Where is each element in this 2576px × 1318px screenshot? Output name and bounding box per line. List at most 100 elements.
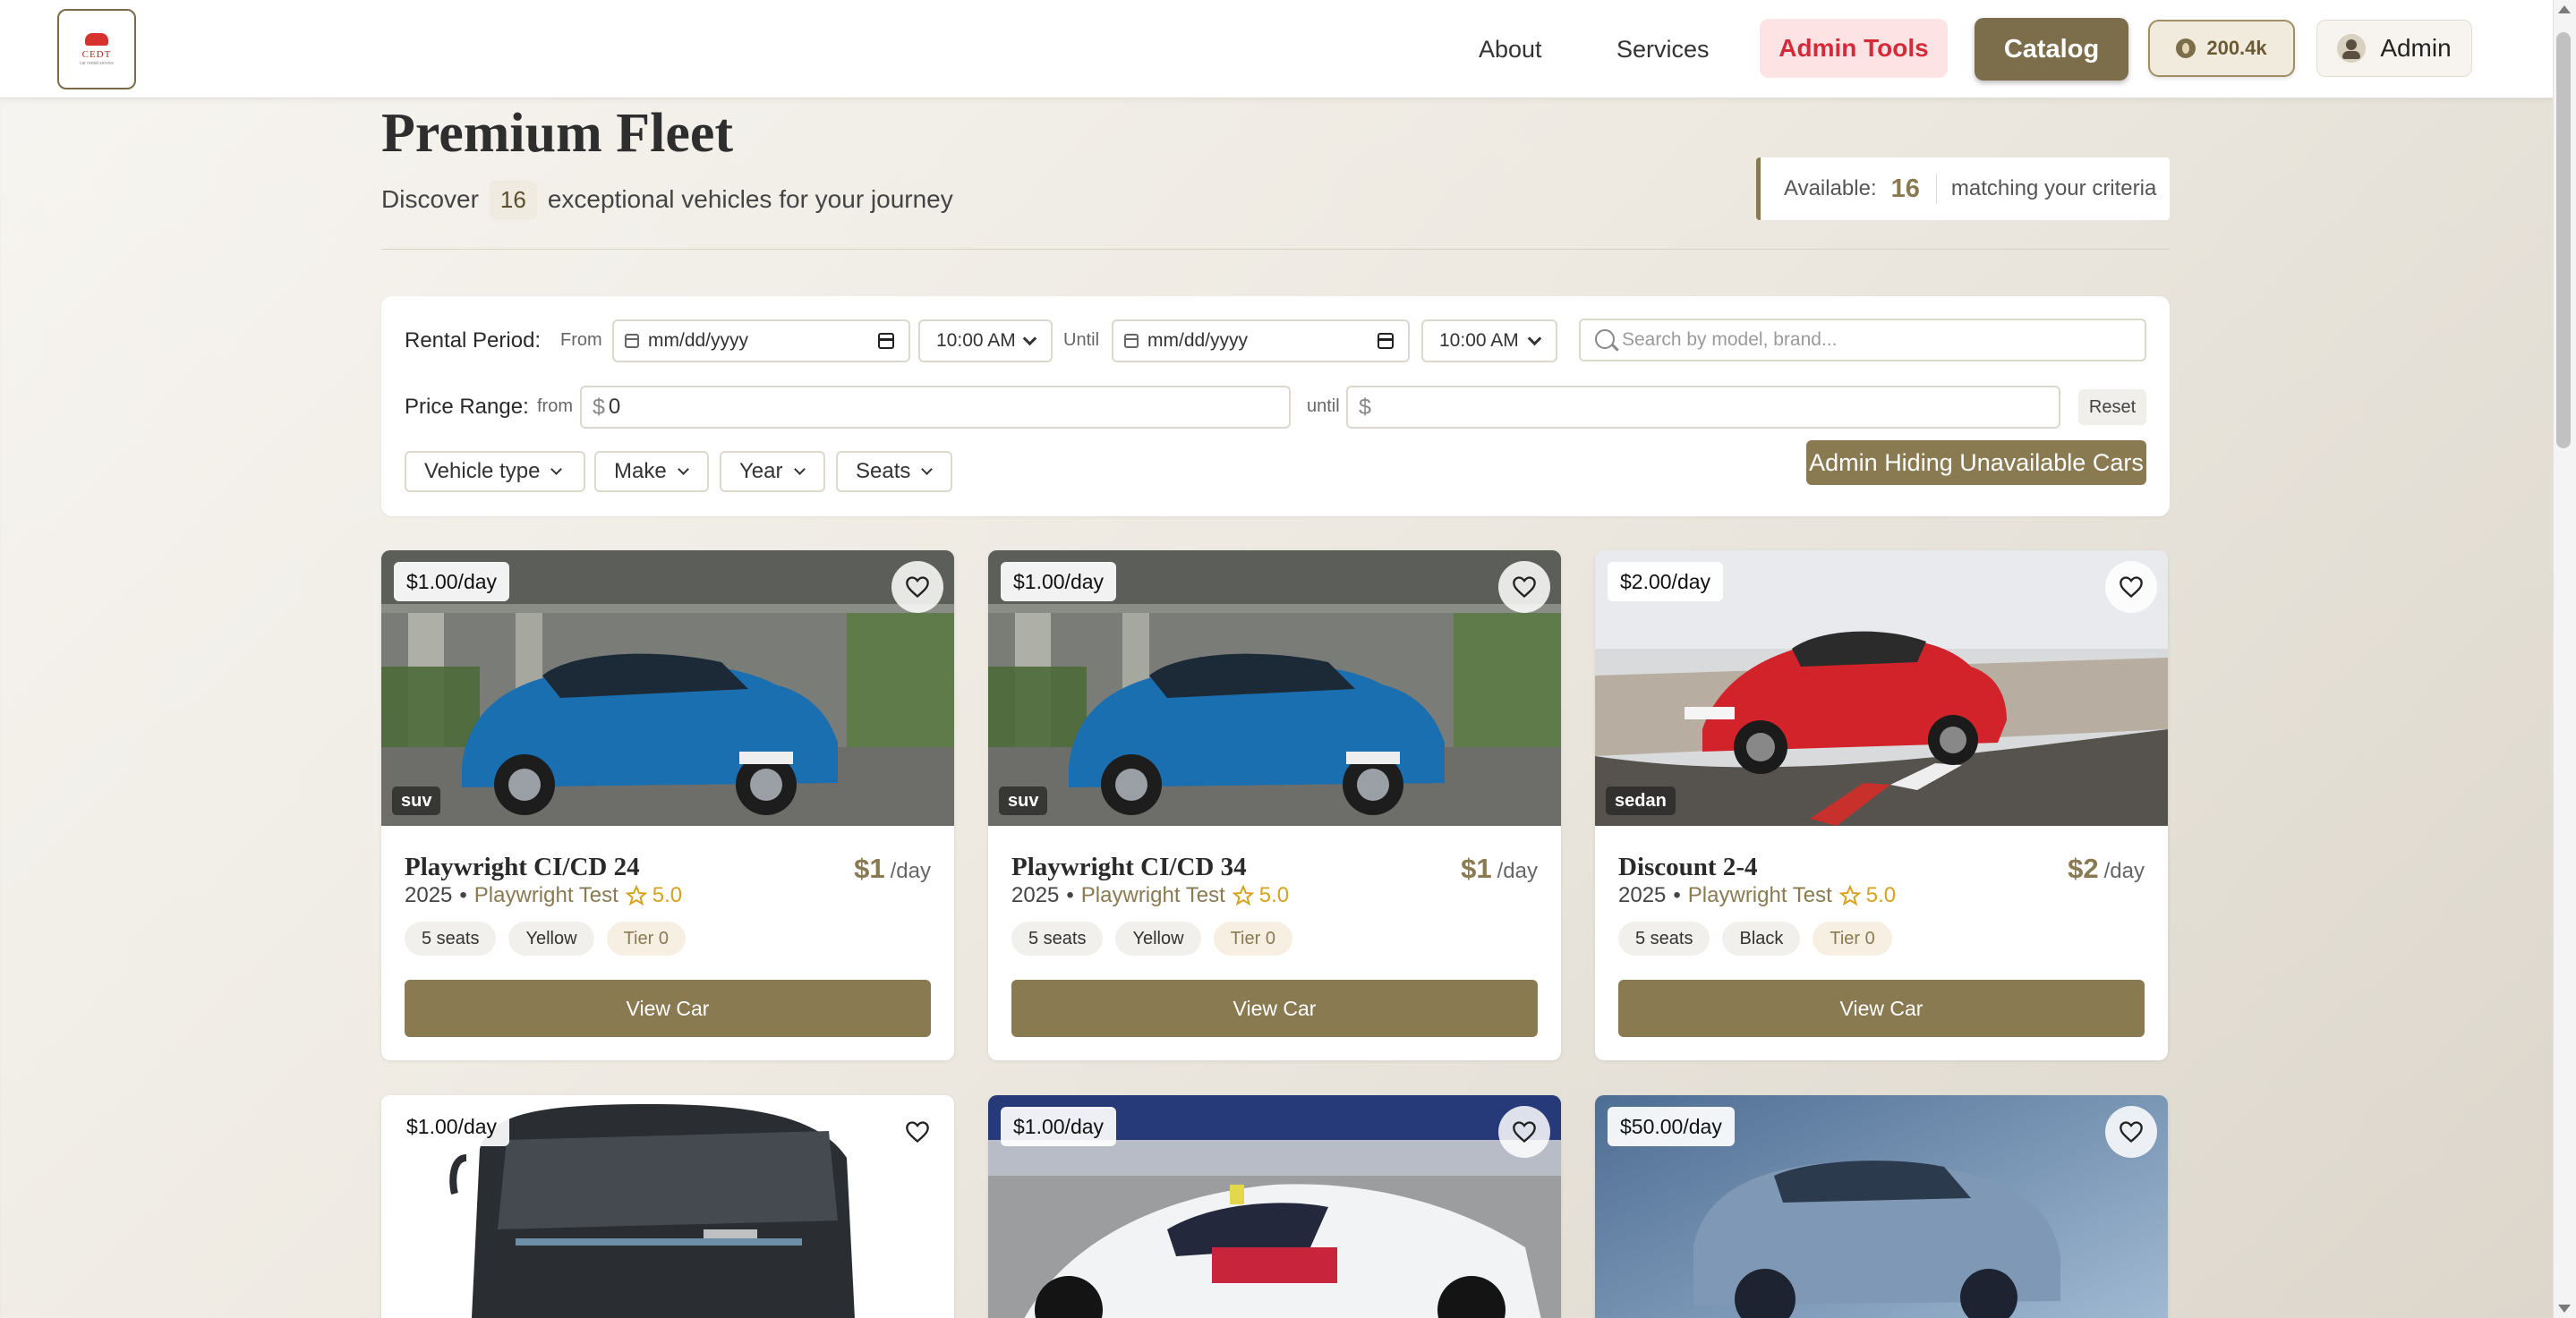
car-price-unit: /day xyxy=(890,859,931,883)
logo-subtext: car rental service xyxy=(79,60,115,66)
heart-icon xyxy=(2120,576,2143,599)
car-rating: 5.0 xyxy=(1838,883,1897,908)
price-per-day-tag: $2.00/day xyxy=(1608,562,1724,601)
view-car-button[interactable]: View Car xyxy=(1618,980,2145,1037)
car-image[interactable]: $50.00/day xyxy=(1595,1095,2168,1318)
car-year: 2025 xyxy=(405,883,453,907)
rental-period-label: Rental Period: xyxy=(405,328,542,353)
favorite-heart-button[interactable] xyxy=(2105,561,2157,613)
car-brand: Playwright Test xyxy=(473,883,618,907)
rating-value: 5.0 xyxy=(1258,883,1290,907)
year-dropdown[interactable]: Year xyxy=(720,451,825,492)
admin-tools-button[interactable]: Admin Tools xyxy=(1760,19,1948,78)
user-menu-button[interactable]: Admin xyxy=(2316,20,2472,77)
admin-hide-unavailable-button[interactable]: Admin Hiding Unavailable Cars xyxy=(1806,440,2146,485)
chevron-down-icon xyxy=(677,463,689,475)
car-chips: 5 seats Yellow Tier 0 xyxy=(1011,922,1292,956)
favorite-heart-button[interactable] xyxy=(1498,561,1550,613)
color-chip: Black xyxy=(1722,922,1801,956)
favorite-heart-button[interactable] xyxy=(891,1106,943,1158)
available-divider xyxy=(1935,174,1937,204)
car-image[interactable]: $1.00/day xyxy=(988,1095,1561,1318)
tier-chip: Tier 0 xyxy=(606,922,686,956)
chevron-down-icon xyxy=(921,463,934,475)
scrollbar-thumb[interactable] xyxy=(2556,32,2571,448)
vehicle-type-dropdown[interactable]: Vehicle type xyxy=(405,451,585,492)
car-image[interactable]: $1.00/day xyxy=(381,1095,954,1318)
car-price-amount: $1 xyxy=(1461,853,1492,884)
from-date-input[interactable]: mm/dd/yyyy xyxy=(612,319,910,362)
seats-chip: 5 seats xyxy=(405,922,497,956)
user-avatar-icon xyxy=(2337,34,2367,63)
balance-button[interactable]: 200.4k xyxy=(2148,20,2295,77)
search-icon xyxy=(1595,329,1615,349)
search-input[interactable]: Search by model, brand... xyxy=(1579,319,2146,361)
car-price-unit: /day xyxy=(2103,859,2145,883)
coin-icon xyxy=(2176,38,2196,58)
heart-icon xyxy=(1513,1121,1536,1144)
car-chips: 5 seats Black Tier 0 xyxy=(1618,922,1892,956)
price-per-day-tag: $1.00/day xyxy=(394,1107,510,1146)
calendar-picker-icon[interactable] xyxy=(1378,333,1394,349)
car-year: 2025 xyxy=(1618,883,1667,907)
car-chips: 5 seats Yellow Tier 0 xyxy=(405,922,686,956)
catalog-button[interactable]: Catalog xyxy=(1975,18,2128,81)
until-time-select[interactable]: 10:00 AM xyxy=(1421,319,1557,362)
scroll-up-arrow-icon[interactable] xyxy=(2558,5,2571,13)
car-image[interactable]: $1.00/day suv xyxy=(381,550,954,826)
rating-value: 5.0 xyxy=(1865,883,1897,907)
calendar-picker-icon[interactable] xyxy=(878,333,894,349)
dropdown-label: Seats xyxy=(856,459,911,483)
price-from-input[interactable]: $ 0 xyxy=(580,386,1291,429)
reset-button[interactable]: Reset xyxy=(2078,389,2146,425)
dropdown-label: Year xyxy=(739,459,783,483)
car-name: Playwright CI/CD 34 xyxy=(1011,853,1247,881)
until-label: Until xyxy=(1063,330,1100,350)
available-suffix: matching your criteria xyxy=(1950,176,2157,200)
scroll-down-arrow-icon[interactable] xyxy=(2558,1305,2571,1313)
from-time-select[interactable]: 10:00 AM xyxy=(918,319,1053,362)
car-price-unit: /day xyxy=(1497,859,1538,883)
car-meta: 2025 • Playwright Test 5.0 xyxy=(405,883,683,907)
tier-chip: Tier 0 xyxy=(1813,922,1892,956)
logo-text: CEDT xyxy=(81,48,112,60)
from-label: From xyxy=(560,330,602,350)
until-date-value: mm/dd/yyyy xyxy=(1147,330,1249,351)
car-price-amount: $2 xyxy=(2068,853,2099,884)
nav-services[interactable]: Services xyxy=(1616,30,1710,68)
nav-about[interactable]: About xyxy=(1479,30,1542,68)
brand-logo[interactable]: CEDT car rental service xyxy=(57,9,136,89)
car-name: Discount 2-4 xyxy=(1618,853,1758,881)
favorite-heart-button[interactable] xyxy=(2105,1106,2157,1158)
star-icon xyxy=(1232,885,1254,906)
view-car-button[interactable]: View Car xyxy=(405,980,931,1037)
subtitle-prefix: Discover xyxy=(381,185,479,213)
seats-chip: 5 seats xyxy=(1011,922,1104,956)
until-time-value: 10:00 AM xyxy=(1439,330,1519,351)
available-count-box: Available: 16 matching your criteria xyxy=(1756,157,2170,220)
filter-panel: Rental Period: From mm/dd/yyyy 10:00 AM … xyxy=(381,296,2170,516)
seats-chip: 5 seats xyxy=(1618,922,1710,956)
star-icon xyxy=(625,885,647,906)
top-navbar: CEDT car rental service About Services A… xyxy=(0,0,2553,98)
car-name: Playwright CI/CD 24 xyxy=(405,853,640,881)
favorite-heart-button[interactable] xyxy=(891,561,943,613)
favorite-heart-button[interactable] xyxy=(1498,1106,1550,1158)
calendar-small-icon xyxy=(625,334,639,348)
dropdown-label: Make xyxy=(614,459,667,483)
car-brand: Playwright Test xyxy=(1080,883,1225,907)
heart-icon xyxy=(906,1121,929,1144)
car-image[interactable]: $1.00/day suv xyxy=(988,550,1561,826)
color-chip: Yellow xyxy=(508,922,594,956)
page-subtitle: Discover 16 exceptional vehicles for you… xyxy=(381,179,953,220)
dropdown-label: Vehicle type xyxy=(424,459,541,483)
make-dropdown[interactable]: Make xyxy=(594,451,709,492)
view-car-button[interactable]: View Car xyxy=(1011,980,1538,1037)
until-date-input[interactable]: mm/dd/yyyy xyxy=(1112,319,1410,362)
car-image[interactable]: $2.00/day sedan xyxy=(1595,550,2168,826)
price-per-day-tag: $1.00/day xyxy=(1001,1107,1117,1146)
chevron-down-icon xyxy=(550,463,563,475)
seats-dropdown[interactable]: Seats xyxy=(836,451,952,492)
price-until-input[interactable]: $ xyxy=(1346,386,2060,429)
vehicle-count-badge: 16 xyxy=(489,180,537,219)
